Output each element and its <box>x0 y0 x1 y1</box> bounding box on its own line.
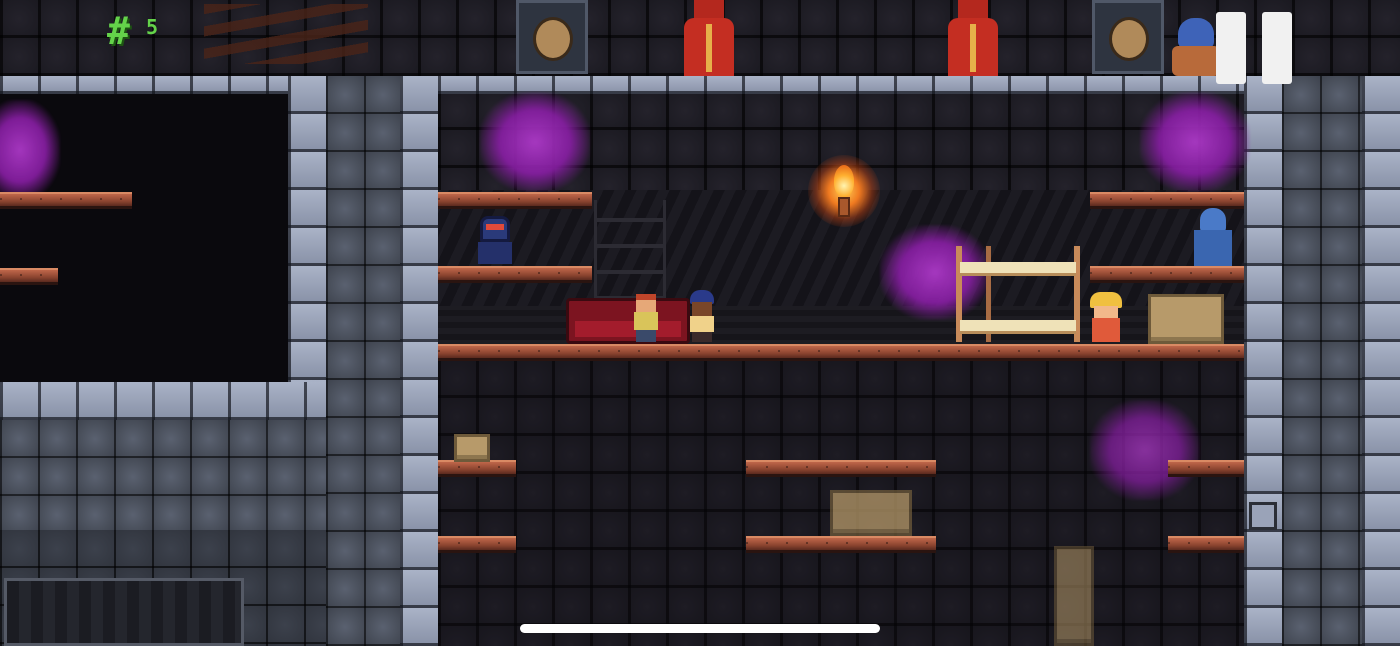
lower-left-ledge <box>0 382 326 420</box>
game-scene[interactable]: # 5 <box>0 0 1400 646</box>
broken-planks-top-left <box>204 4 368 64</box>
goo-patch-upper-right <box>1140 92 1250 192</box>
red-robed-statue-left <box>676 0 742 76</box>
npc-blonde[interactable] <box>1088 292 1124 342</box>
home-indicator[interactable] <box>520 624 880 633</box>
top-ledge-left <box>0 76 290 94</box>
goo-patch-lower-right <box>1090 400 1200 500</box>
right-pillar-switch[interactable] <box>1249 502 1277 530</box>
crate-stack-room <box>1148 294 1224 344</box>
left-pillar-edge <box>400 76 438 646</box>
goo-patch-upper-center <box>480 92 590 192</box>
crate-lower-center <box>830 490 912 536</box>
room-counter-icon: # <box>107 9 130 53</box>
platform-room-floor <box>438 344 1244 358</box>
platform-bottom-center <box>746 536 936 550</box>
platform-bottom-left <box>438 536 516 550</box>
mask-panel-left <box>516 0 588 74</box>
red-robed-statue-right <box>940 0 1006 76</box>
left-pillar-outer <box>288 76 326 382</box>
platform-lower-center <box>746 460 936 474</box>
platform-lower-left <box>438 460 516 474</box>
platform-lower-right <box>1168 460 1244 474</box>
npc-blue-robot[interactable] <box>476 216 514 264</box>
platform-left-upper <box>0 192 132 206</box>
npc-blue-creature-top[interactable] <box>1172 18 1220 76</box>
ornate-panel <box>4 578 244 646</box>
red-couch <box>566 298 690 344</box>
goo-patch-left <box>0 100 60 200</box>
lower-left-block <box>0 420 326 530</box>
bunk-bed <box>956 246 1080 342</box>
platform-room-mid-right <box>1090 266 1244 280</box>
flame-icon <box>834 165 854 197</box>
player-character[interactable] <box>630 294 662 342</box>
npc-blue-alien[interactable] <box>1190 208 1236 266</box>
pause-button[interactable] <box>1216 12 1294 84</box>
crate-bottom <box>1054 546 1094 646</box>
platform-left-mid <box>0 268 58 282</box>
left-pillar-inner <box>326 76 400 646</box>
right-pillar-outer <box>1362 76 1400 646</box>
room-ladder <box>594 200 666 300</box>
platform-room-top-right <box>1090 192 1244 206</box>
right-pillar-inner <box>1282 76 1362 646</box>
crate-lower-left <box>454 434 490 462</box>
npc-curly-hair[interactable] <box>686 290 718 342</box>
torch-sconce <box>838 197 850 217</box>
platform-room-top-left <box>438 192 592 206</box>
mask-panel-right <box>1092 0 1164 74</box>
platform-bottom-right <box>1168 536 1244 550</box>
room-counter-value: 5 <box>146 15 159 39</box>
platform-room-mid-left <box>438 266 592 280</box>
